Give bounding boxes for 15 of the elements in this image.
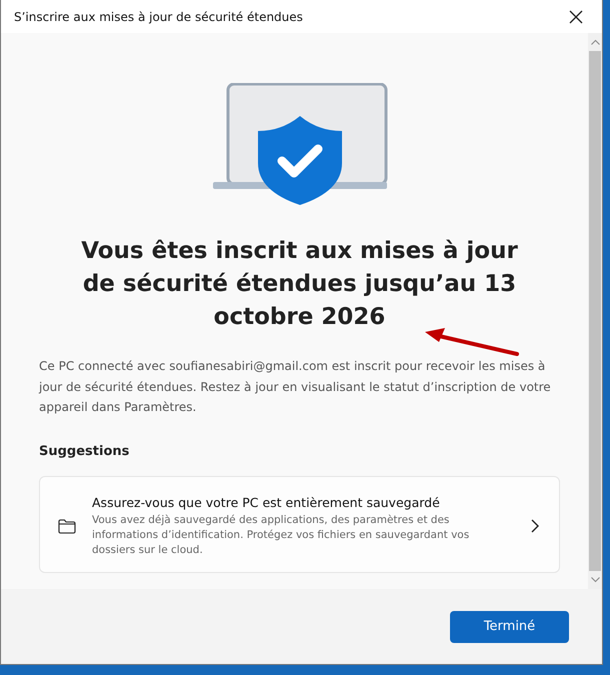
suggestion-card[interactable]	[39, 476, 560, 572]
chevron-right-icon	[531, 519, 539, 533]
heading: Vous êtes inscrit aux mises à jour de sécurité étendues jusqu’au 13 octobre 2026	[80, 237, 519, 332]
scrollbar[interactable]	[588, 33, 602, 589]
scroll-up-icon[interactable]	[590, 39, 600, 45]
folder-icon	[58, 518, 76, 534]
scroll-down-icon[interactable]	[590, 577, 600, 583]
description-text: Ce PC connecté avec soufianesabiri@gmail.com est inscrit pour recevoir les mises à jour de sécurité étendues. Restez à jour en visualisant le statut d’inscription de votre appareil dans Paramètres.	[39, 358, 552, 416]
section-title: Suggestions	[39, 444, 130, 458]
suggestion-text: Vous avez déjà sauvegardé des applications, des paramètres et des informations d’identification. Protégez vos fichiers en sauvegardant vos dossiers sur le cloud.	[92, 512, 470, 558]
close-icon[interactable]	[569, 10, 583, 24]
suggestion-title: Assurez-vous que votre PC est entièrement sauvegardé	[92, 494, 441, 510]
window-title: S’inscrire aux mises à jour de sécurité étendues	[14, 10, 303, 24]
done-button[interactable]: Terminé	[450, 610, 569, 642]
scroll-thumb[interactable]	[589, 51, 601, 571]
